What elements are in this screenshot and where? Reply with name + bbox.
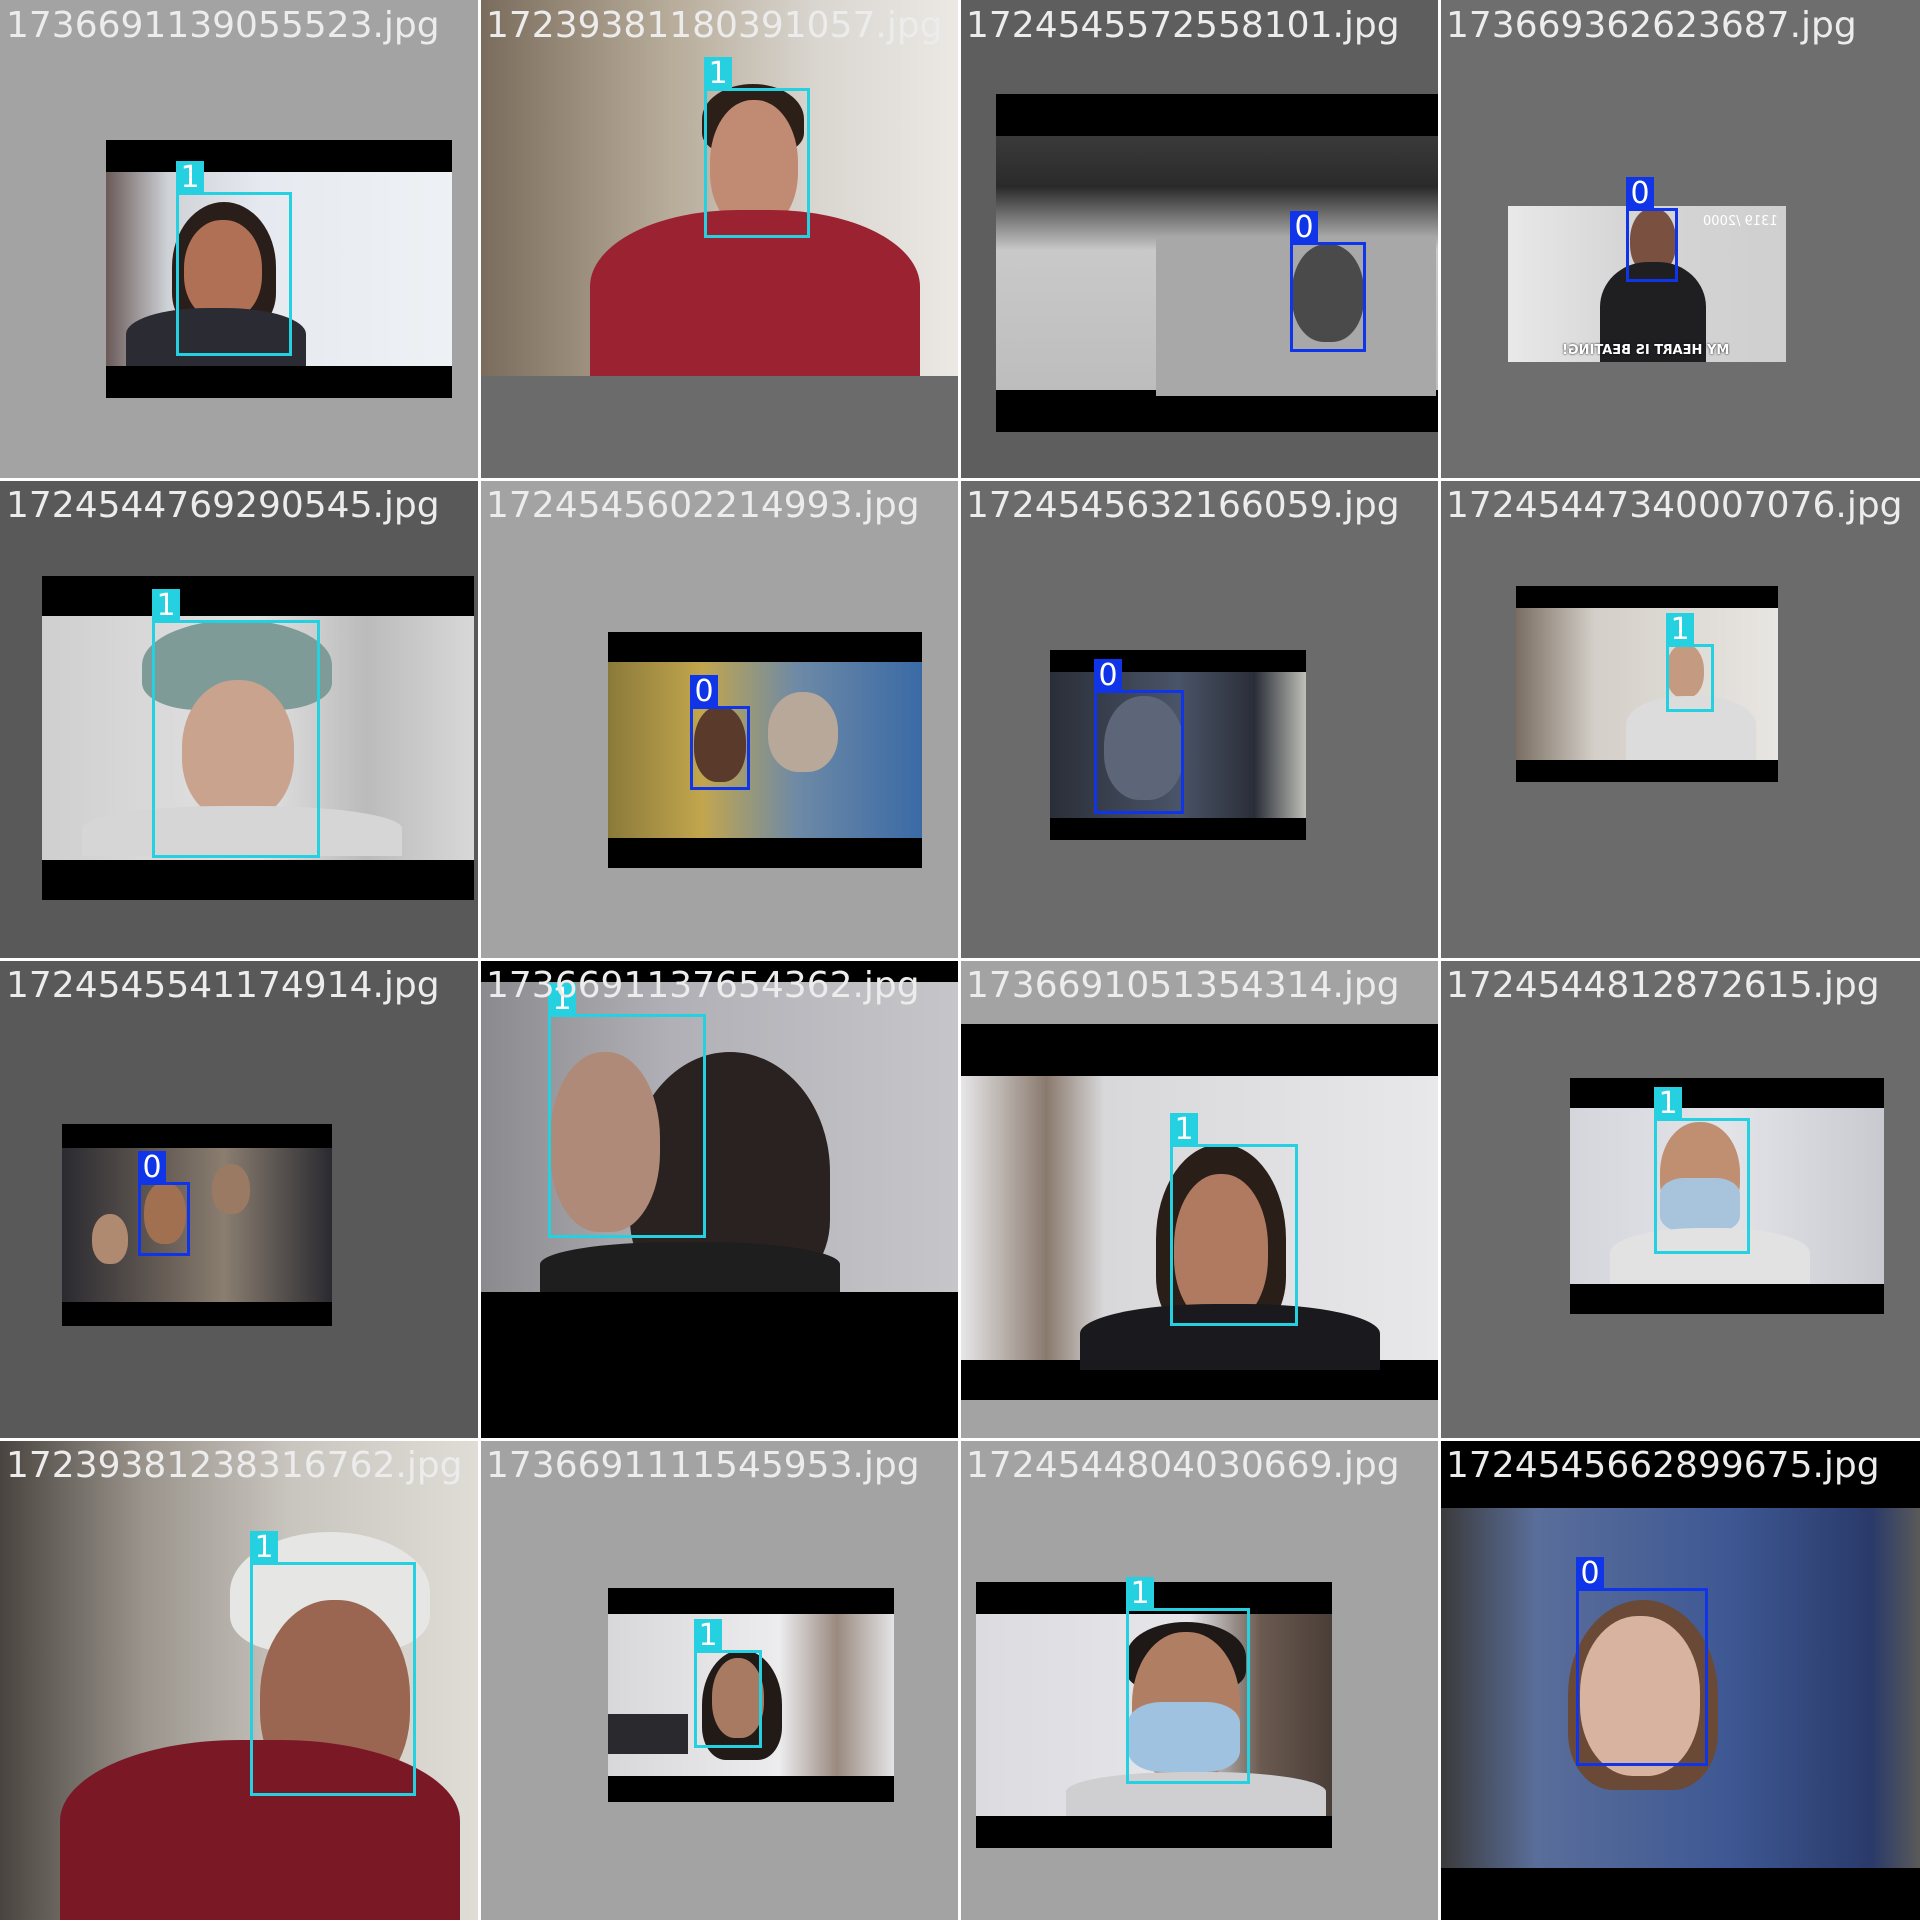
class-label: 1 xyxy=(1170,1113,1198,1147)
bounding-box: 0 xyxy=(138,1151,190,1256)
filename-label: 1724545541174914.jpg xyxy=(6,965,440,1006)
grid-divider xyxy=(0,958,1920,961)
class-label: 1 xyxy=(694,1619,722,1653)
tile-5: 1 1724544769290545.jpg xyxy=(0,480,480,960)
filename-label: 1723938118039105​7.jpg xyxy=(486,5,943,46)
bounding-box: 1 xyxy=(694,1619,762,1748)
filename-label: 1736691137654362.jpg xyxy=(486,965,920,1006)
filename-label: 1724545572558101.jpg xyxy=(966,5,1400,46)
class-label: 0 xyxy=(1626,177,1654,211)
filename-label: 1724544812872615.jpg xyxy=(1446,965,1880,1006)
bounding-box: 1 xyxy=(1126,1577,1250,1784)
class-label: 1 xyxy=(1654,1087,1682,1121)
overlay-caption: MY HEART IS BEATING! xyxy=(1562,343,1730,358)
tile-8-photo xyxy=(1516,586,1778,782)
class-label: 0 xyxy=(1576,1557,1604,1591)
tile-6: 0 1724545602214993.jpg xyxy=(480,480,960,960)
tile-16: 0 1724545662899675.jpg xyxy=(1440,1440,1920,1920)
bounding-box: 1 xyxy=(250,1531,416,1796)
grid-divider xyxy=(0,1438,1920,1441)
class-label: 0 xyxy=(690,675,718,709)
tile-7: 0 1724545632166059.jpg xyxy=(960,480,1440,960)
tile-13: 1 1723938123831676​2.jpg xyxy=(0,1440,480,1920)
filename-label: 1724545662899675.jpg xyxy=(1446,1445,1880,1486)
tile-6-photo xyxy=(608,632,922,868)
tile-4: 1319 /2000 MY HEART IS BEATING! 0 173669… xyxy=(1440,0,1920,480)
tile-2: 1 1723938118039105​7.jpg xyxy=(480,0,960,480)
bounding-box: 1 xyxy=(1654,1087,1750,1254)
tile-3: 0 1724545572558101.jpg xyxy=(960,0,1440,480)
bounding-box: 0 xyxy=(690,675,750,790)
class-label: 1 xyxy=(250,1531,278,1565)
class-label: 0 xyxy=(1094,659,1122,693)
class-label: 0 xyxy=(1290,211,1318,245)
class-label: 1 xyxy=(176,161,204,195)
bounding-box: 1 xyxy=(176,161,292,356)
class-label: 1 xyxy=(1126,1577,1154,1611)
tile-10: 1 1736691137654362.jpg xyxy=(480,960,960,1440)
class-label: 1 xyxy=(1666,613,1694,647)
bounding-box: 1 xyxy=(704,57,810,238)
tile-11: 1 1736691051354314.jpg xyxy=(960,960,1440,1440)
overlay-counter: 1319 /2000 xyxy=(1703,214,1778,229)
class-label: 1 xyxy=(704,57,732,91)
filename-label: 17245447340007076.jpg xyxy=(1446,485,1903,526)
tile-3-photo xyxy=(996,94,1440,432)
bounding-box: 0 xyxy=(1094,659,1184,814)
tile-15: 1 1724544804030669.jpg xyxy=(960,1440,1440,1920)
filename-label: 1724545602214993.jpg xyxy=(486,485,920,526)
filename-label: 1723938123831676​2.jpg xyxy=(6,1445,463,1486)
class-label: 0 xyxy=(138,1151,166,1185)
tile-12: 1 1724544812872615.jpg xyxy=(1440,960,1920,1440)
bounding-box: 1 xyxy=(1170,1113,1298,1326)
bounding-box: 0 xyxy=(1576,1557,1708,1766)
filename-label: 1736691051354314.jpg xyxy=(966,965,1400,1006)
tile-1: 1 1736691139055523.jpg xyxy=(0,0,480,480)
bounding-box: 1 xyxy=(152,589,320,858)
bounding-box: 0 xyxy=(1626,177,1678,282)
tile-8: 1 17245447340007076.jpg xyxy=(1440,480,1920,960)
tile-14: 1 1736691111545953.jpg xyxy=(480,1440,960,1920)
bounding-box: 1 xyxy=(1666,613,1714,712)
bounding-box: 0 xyxy=(1290,211,1366,352)
detection-grid: 1 1736691139055523.jpg 1 172393811803910… xyxy=(0,0,1920,1920)
filename-label: 1736693626236​87.jpg xyxy=(1446,5,1857,46)
bounding-box: 1 xyxy=(548,983,706,1238)
class-label: 1 xyxy=(152,589,180,623)
filename-label: 1724544804030669.jpg xyxy=(966,1445,1400,1486)
filename-label: 1724545632166059.jpg xyxy=(966,485,1400,526)
tile-9-photo xyxy=(62,1124,332,1326)
filename-label: 1736691111545953.jpg xyxy=(486,1445,920,1486)
filename-label: 1724544769290545.jpg xyxy=(6,485,440,526)
filename-label: 1736691139055523.jpg xyxy=(6,5,440,46)
tile-9: 0 1724545541174914.jpg xyxy=(0,960,480,1440)
grid-divider xyxy=(0,478,1920,481)
